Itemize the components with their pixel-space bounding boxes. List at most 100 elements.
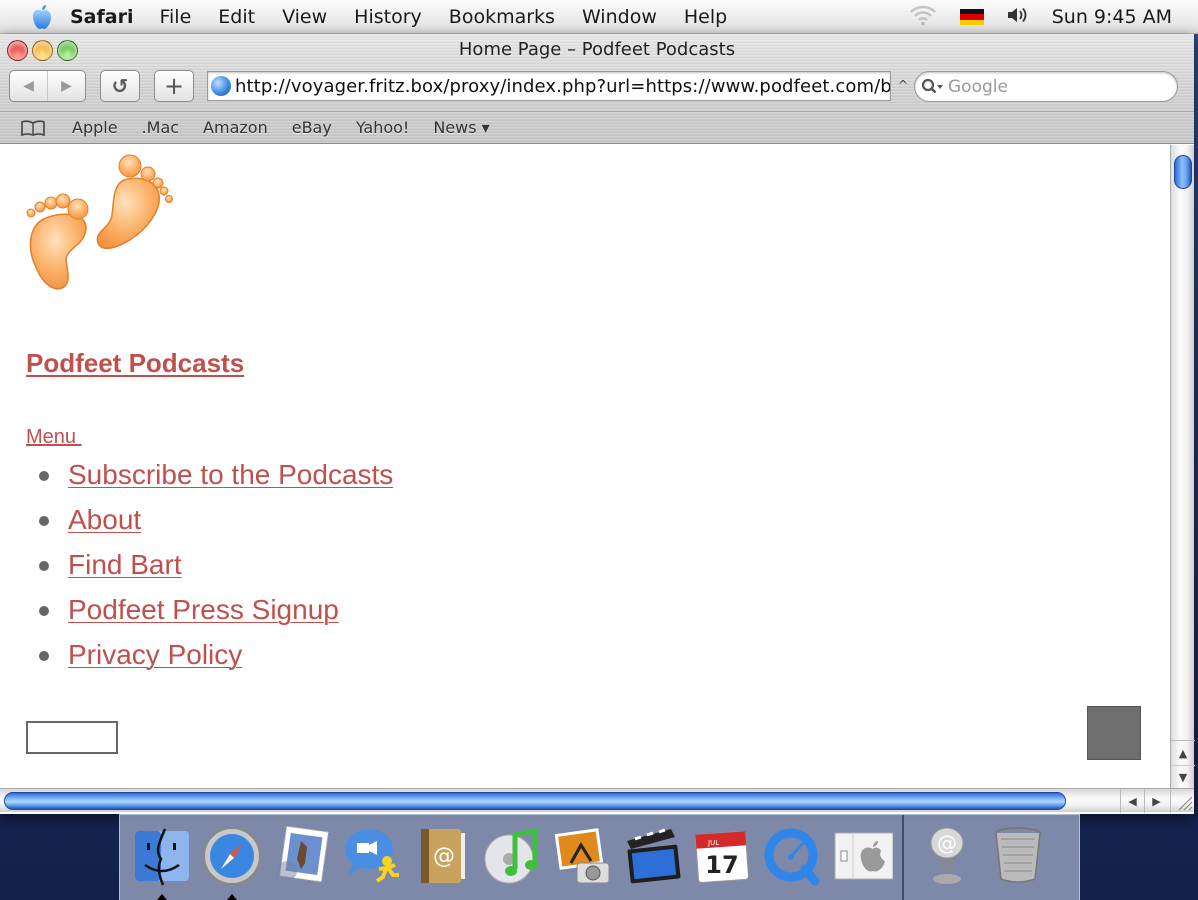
forward-arrow-icon: ▶: [61, 78, 72, 94]
menu-app-safari[interactable]: Safari: [70, 6, 133, 28]
wifi-icon[interactable]: [908, 4, 938, 31]
iphoto-icon: [554, 828, 609, 884]
bookmark-ebay[interactable]: eBay: [292, 118, 332, 137]
back-to-top-button[interactable]: [1087, 706, 1141, 760]
nav-link-find-bart[interactable]: Find Bart: [68, 549, 182, 581]
ical-day: 17: [705, 851, 738, 879]
nav-menu: Subscribe to the Podcasts About Find Bar…: [0, 459, 393, 684]
ical-month: JUL: [707, 839, 719, 847]
dock-trash[interactable]: [984, 821, 1051, 891]
system-preferences-icon: [834, 832, 893, 880]
nav-item-privacy: Privacy Policy: [0, 639, 393, 684]
bullet-icon: [39, 516, 49, 526]
resize-grip-icon[interactable]: [1170, 789, 1194, 813]
menu-bookmarks[interactable]: Bookmarks: [449, 6, 555, 28]
nav-item-press-signup: Podfeet Press Signup: [0, 594, 393, 639]
dock-safari[interactable]: [198, 821, 265, 900]
bookmark-news-menu[interactable]: News ▾: [433, 118, 489, 137]
svg-text:@: @: [433, 844, 455, 869]
nav-link-about[interactable]: About: [68, 504, 141, 536]
imovie-clapboard-icon: [626, 828, 680, 884]
nav-item-subscribe: Subscribe to the Podcasts: [0, 459, 393, 504]
german-flag-icon[interactable]: [959, 9, 984, 25]
bookmark-yahoo[interactable]: Yahoo!: [356, 118, 410, 137]
globe-icon: [211, 76, 231, 96]
bullet-icon: [39, 651, 49, 661]
trash-icon: [994, 827, 1041, 883]
bullet-icon: [39, 471, 49, 481]
address-bar: [207, 71, 891, 101]
dock-quicktime[interactable]: [758, 821, 825, 891]
dock-ichat[interactable]: [338, 821, 405, 891]
nav-link-subscribe[interactable]: Subscribe to the Podcasts: [68, 459, 393, 491]
address-book-icon: @: [420, 829, 465, 883]
menu-view[interactable]: View: [282, 6, 327, 28]
window-title: Home Page – Podfeet Podcasts: [458, 39, 736, 60]
forward-button[interactable]: ▶: [47, 71, 85, 101]
dock-mail-downloads[interactable]: @: [914, 821, 981, 891]
dock-ical[interactable]: JUL 17: [688, 821, 755, 891]
menu-file[interactable]: File: [159, 6, 191, 28]
mail-stamp-icon: [276, 825, 329, 883]
window-chrome: Home Page – Podfeet Podcasts ◀ ▶ ↺ + ^: [0, 34, 1194, 144]
search-input[interactable]: [948, 76, 1168, 97]
bookmarks-bar: Apple .Mac Amazon eBay Yahoo! News ▾: [0, 111, 1194, 143]
url-input[interactable]: [235, 75, 890, 97]
menu-window[interactable]: Window: [582, 6, 657, 28]
menu-bar: Safari File Edit View History Bookmarks …: [0, 0, 1198, 34]
scroll-right-arrow-icon[interactable]: ▶: [1144, 789, 1168, 813]
add-bookmark-button[interactable]: +: [154, 70, 194, 102]
bookmark-amazon[interactable]: Amazon: [203, 118, 268, 137]
back-button[interactable]: ◀: [10, 71, 47, 101]
dock-finder[interactable]: [128, 821, 195, 900]
vertical-scroll-thumb[interactable]: [1174, 155, 1192, 189]
title-bar[interactable]: Home Page – Podfeet Podcasts: [0, 34, 1194, 66]
page-text-input[interactable]: [26, 721, 118, 754]
bullet-icon: [39, 606, 49, 616]
dock-address-book[interactable]: @: [408, 821, 475, 891]
site-title-link[interactable]: Podfeet Podcasts: [26, 348, 244, 379]
nav-link-privacy[interactable]: Privacy Policy: [68, 639, 242, 671]
bookmark-mac[interactable]: .Mac: [142, 118, 180, 137]
safari-compass-icon: [202, 827, 261, 885]
snapback-button[interactable]: ^: [898, 78, 908, 92]
volume-icon[interactable]: [1006, 5, 1030, 30]
toolbar: ◀ ▶ ↺ + ^: [0, 70, 1194, 104]
horizontal-scroll-thumb[interactable]: [4, 792, 1066, 810]
ical-calendar-icon: JUL 17: [694, 831, 749, 883]
nav-item-about: About: [0, 504, 393, 549]
menu-edit[interactable]: Edit: [218, 6, 255, 28]
back-arrow-icon: ◀: [23, 78, 34, 94]
podfeet-logo-feet-icon[interactable]: [24, 151, 176, 295]
vertical-scrollbar[interactable]: ▲ ▼: [1170, 145, 1195, 789]
dock-itunes[interactable]: [478, 821, 545, 891]
dock-imovie[interactable]: [618, 821, 685, 891]
menu-help[interactable]: Help: [684, 6, 727, 28]
scroll-left-arrow-icon[interactable]: ◀: [1120, 789, 1144, 813]
menu-toggle-link[interactable]: Menu: [26, 426, 82, 449]
quicktime-icon: [764, 828, 819, 886]
google-search-field: [914, 71, 1178, 102]
dock-iphoto[interactable]: [548, 821, 615, 891]
scroll-down-arrow-icon[interactable]: ▼: [1171, 765, 1195, 789]
nav-link-press-signup[interactable]: Podfeet Press Signup: [68, 594, 339, 626]
scroll-up-arrow-icon[interactable]: ▲: [1171, 741, 1195, 765]
ichat-icon: [344, 829, 399, 883]
bookmark-apple[interactable]: Apple: [72, 118, 118, 137]
menu-history[interactable]: History: [354, 6, 422, 28]
search-icon[interactable]: [921, 78, 945, 96]
apple-menu-icon[interactable]: [28, 4, 56, 30]
reload-button[interactable]: ↺: [100, 70, 140, 102]
at-sign-spring-icon: @: [930, 827, 963, 884]
clock[interactable]: Sun 9:45 AM: [1052, 6, 1172, 28]
itunes-icon: [484, 827, 537, 884]
dock-system-preferences[interactable]: [828, 821, 895, 891]
safari-window: Home Page – Podfeet Podcasts ◀ ▶ ↺ + ^: [0, 34, 1195, 814]
web-content: Podfeet Podcasts Menu Subscribe to the P…: [0, 145, 1170, 788]
dock-mail[interactable]: [268, 821, 335, 891]
bookmarks-book-icon[interactable]: [20, 119, 46, 137]
reload-icon: ↺: [111, 74, 129, 98]
dock: @ JUL 17 @: [119, 814, 1080, 900]
horizontal-scrollbar[interactable]: ◀ ▶: [0, 788, 1194, 813]
running-indicator-icon: [226, 894, 237, 900]
